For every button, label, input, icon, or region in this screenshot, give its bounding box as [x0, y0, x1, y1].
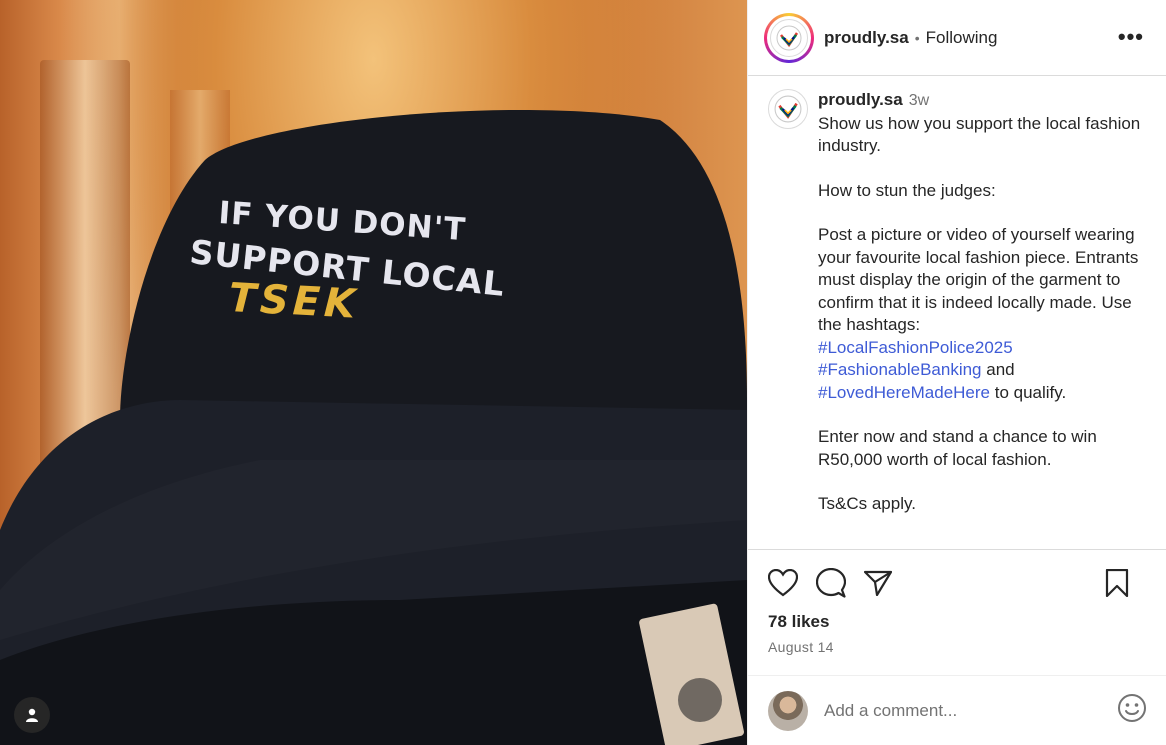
- caption-timestamp[interactable]: 3w: [909, 92, 929, 109]
- header-username[interactable]: proudly.sa: [824, 28, 909, 48]
- bucket-hat-image: IF YOU DON'T SUPPORT LOCAL TSEK: [0, 100, 747, 745]
- post-side-panel: proudly.sa • Following ••• proudly.sa 3w …: [747, 0, 1166, 745]
- user-tag-icon[interactable]: [14, 697, 50, 733]
- caption-and: and: [986, 360, 1015, 379]
- post-actions: 78 likes August 14: [748, 549, 1166, 655]
- caption-username[interactable]: proudly.sa: [818, 90, 903, 109]
- caption-qualify: to qualify.: [994, 382, 1067, 402]
- comment-bubble-icon[interactable]: [816, 568, 846, 598]
- post-header: proudly.sa • Following •••: [748, 0, 1166, 76]
- caption-paragraph-4: Enter now and stand a chance to win R50,…: [818, 427, 1097, 469]
- comment-bar: [748, 675, 1166, 745]
- bookmark-icon[interactable]: [1105, 569, 1129, 597]
- caption-area: proudly.sa 3w Show us how you support the…: [748, 77, 1166, 549]
- caption-paragraph-1: Show us how you support the local fashio…: [818, 113, 1141, 156]
- comment-input[interactable]: [824, 700, 1117, 721]
- caption-paragraph-3: Post a picture or video of yourself wear…: [818, 225, 1139, 334]
- caption-avatar[interactable]: [768, 89, 808, 129]
- separator-dot: •: [914, 29, 920, 46]
- bucket-hat-shape: [0, 109, 747, 745]
- caption-body: proudly.sa 3w Show us how you support the…: [818, 89, 1151, 516]
- likes-count[interactable]: 78 likes: [768, 612, 1147, 632]
- hat-brand-text: TSEK: [227, 275, 361, 328]
- paper-plane-icon[interactable]: [864, 570, 892, 596]
- heart-icon[interactable]: [768, 569, 798, 597]
- caption-paragraph-5: Ts&Cs apply.: [818, 494, 916, 513]
- hashtag-link[interactable]: #FashionableBanking: [818, 360, 982, 379]
- smiley-icon[interactable]: [1117, 693, 1147, 728]
- caption-paragraph-2: How to stun the judges:: [818, 180, 996, 200]
- story-ring-avatar[interactable]: [764, 12, 814, 63]
- following-button[interactable]: Following: [926, 28, 998, 48]
- hashtag-link[interactable]: #LocalFashionPolice2025: [818, 338, 1013, 357]
- hashtag-link[interactable]: #LovedHereMadeHere: [818, 383, 990, 402]
- post-photo[interactable]: IF YOU DON'T SUPPORT LOCAL TSEK: [0, 0, 747, 745]
- more-options-icon[interactable]: •••: [1118, 24, 1144, 50]
- action-icons-row: [768, 568, 1147, 598]
- caption-comment: proudly.sa 3w Show us how you support the…: [768, 89, 1151, 516]
- current-user-avatar: [768, 690, 808, 731]
- post-date: August 14: [768, 639, 834, 655]
- proudly-sa-logo: [770, 18, 808, 57]
